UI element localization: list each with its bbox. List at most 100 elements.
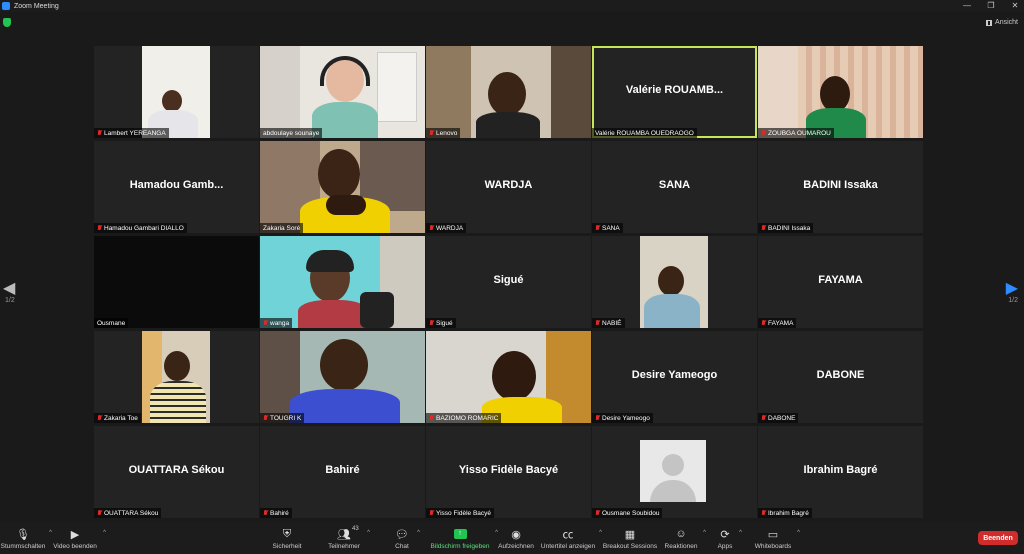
participant-tile[interactable]: wanga bbox=[260, 236, 425, 328]
chat-button[interactable]: 💬︎ Chat ^ bbox=[392, 522, 420, 554]
minimize-icon[interactable]: — bbox=[962, 0, 972, 12]
participant-name-label: Ousmane Soubidou bbox=[592, 508, 663, 518]
end-meeting-button[interactable]: Beenden bbox=[978, 531, 1018, 545]
whiteboard-icon: ▭ bbox=[767, 528, 779, 541]
participant-tile-active-speaker[interactable]: Valérie ROUAMB... Valérie ROUAMBA OUEDRA… bbox=[592, 46, 757, 138]
participant-tile[interactable]: DABONE DABONE bbox=[758, 331, 923, 423]
participant-tile[interactable]: Zakaria Soré bbox=[260, 141, 425, 233]
participant-tile[interactable]: WARDJA WARDJA bbox=[426, 141, 591, 233]
view-button[interactable]: Ansicht bbox=[986, 17, 1018, 28]
participant-tile[interactable]: FAYAMA FAYAMA bbox=[758, 236, 923, 328]
participant-tile[interactable]: Ousmane bbox=[94, 236, 259, 328]
page-indicator-left: 1/2 bbox=[5, 297, 15, 304]
next-page-arrow-icon[interactable]: ▶ bbox=[1006, 278, 1018, 298]
restore-icon[interactable]: ❐ bbox=[986, 0, 996, 12]
participant-tile[interactable]: Zakaria Toe bbox=[94, 331, 259, 423]
participant-tile[interactable]: abdoulaye sounaye bbox=[260, 46, 425, 138]
participant-video bbox=[758, 46, 923, 138]
breakout-sessions-button[interactable]: ▦ Breakout Sessions bbox=[603, 522, 657, 554]
close-icon[interactable]: ✕ bbox=[1010, 0, 1020, 12]
mic-muted-icon bbox=[97, 225, 102, 231]
participant-display-name: Desire Yameogo bbox=[631, 369, 718, 381]
participant-tile[interactable]: Hamadou Gamb... Hamadou Gambari DIALLO bbox=[94, 141, 259, 233]
participant-video bbox=[426, 331, 591, 423]
meeting-toolbar: 🎙︎ Stummschalten ^ ▶ Video beenden ^ ⛨ S… bbox=[0, 522, 1024, 554]
window-controls: — ❐ ✕ bbox=[962, 0, 1020, 12]
chat-bubble-icon: 💬︎ bbox=[395, 528, 409, 541]
record-icon: ◉ bbox=[511, 528, 521, 541]
participant-name-label: ZOUBGA OUMAROU bbox=[758, 128, 834, 138]
participant-display-name: BADINI Issaka bbox=[803, 179, 878, 191]
reactions-options-chevron-icon[interactable]: ^ bbox=[703, 530, 706, 536]
participants-options-chevron-icon[interactable]: ^ bbox=[367, 530, 370, 536]
participant-tile[interactable]: Ibrahim Bagré Ibrahim Bagré bbox=[758, 426, 923, 518]
participant-display-name: Bahiré bbox=[325, 464, 360, 476]
participant-display-name: Hamadou Gamb... bbox=[129, 179, 224, 191]
participant-tile[interactable]: NABIÉ bbox=[592, 236, 757, 328]
chat-options-chevron-icon[interactable]: ^ bbox=[417, 530, 420, 536]
participant-video bbox=[142, 331, 210, 423]
participant-tile[interactable]: BADINI Issaka BADINI Issaka bbox=[758, 141, 923, 233]
mute-button[interactable]: 🎙︎ Stummschalten ^ bbox=[1, 522, 52, 554]
participant-name-label: Bahiré bbox=[260, 508, 292, 518]
security-button[interactable]: ⛨ Sicherheit bbox=[270, 522, 304, 554]
participant-tile[interactable]: Desire Yameogo Desire Yameogo bbox=[592, 331, 757, 423]
title-bar: Zoom Meeting — ❐ ✕ bbox=[0, 0, 1024, 12]
participant-video bbox=[426, 46, 591, 138]
shield-icon: ⛨ bbox=[282, 527, 292, 540]
mic-muted-icon bbox=[429, 225, 434, 231]
participant-name-label: Lenovo bbox=[426, 128, 461, 138]
participant-tile[interactable]: Bahiré Bahiré bbox=[260, 426, 425, 518]
participant-tile[interactable]: Lambert YEREANGA bbox=[94, 46, 259, 138]
participant-tile[interactable]: Ousmane Soubidou bbox=[592, 426, 757, 518]
participant-display-name: Valérie ROUAMB... bbox=[625, 84, 724, 96]
participant-tile[interactable]: OUATTARA Sékou OUATTARA Sékou bbox=[94, 426, 259, 518]
apps-options-chevron-icon[interactable]: ^ bbox=[739, 530, 742, 536]
participant-video bbox=[142, 46, 210, 138]
stop-video-button[interactable]: ▶ Video beenden ^ bbox=[52, 522, 106, 554]
whiteboards-options-chevron-icon[interactable]: ^ bbox=[797, 530, 800, 536]
security-shield-icon[interactable] bbox=[3, 18, 11, 27]
participant-name-label: Lambert YEREANGA bbox=[94, 128, 169, 138]
participant-video bbox=[260, 236, 425, 328]
participant-name-label: Valérie ROUAMBA OUEDRAOGO bbox=[592, 128, 697, 138]
participant-video bbox=[260, 141, 425, 233]
participant-video bbox=[640, 236, 708, 328]
participant-tile[interactable]: Yisso Fidèle Bacyé Yisso Fidèle Bacyé bbox=[426, 426, 591, 518]
share-screen-button[interactable]: ↑ Bildschirm freigeben ^ bbox=[430, 522, 498, 554]
apps-button[interactable]: ⟳ Apps ^ bbox=[716, 522, 742, 554]
participant-name-label: Zakaria Toe bbox=[94, 413, 141, 423]
participant-tile[interactable]: TOUGRI K bbox=[260, 331, 425, 423]
mic-muted-icon bbox=[595, 510, 600, 516]
reactions-button[interactable]: ☺ Reaktionen ^ bbox=[664, 522, 706, 554]
captions-button[interactable]: ㏄ Untertitel anzeigen ^ bbox=[541, 522, 602, 554]
previous-page-arrow-icon[interactable]: ◀ bbox=[3, 278, 15, 298]
participant-name-label: Desire Yameogo bbox=[592, 413, 653, 423]
participant-tile[interactable]: SANA SANA bbox=[592, 141, 757, 233]
participant-display-name: Yisso Fidèle Bacyé bbox=[458, 464, 559, 476]
participant-name-label: NABIÉ bbox=[592, 318, 625, 328]
video-options-chevron-icon[interactable]: ^ bbox=[103, 530, 106, 536]
participant-name-label: Ibrahim Bagré bbox=[758, 508, 812, 518]
participant-name-label: Sigué bbox=[426, 318, 456, 328]
whiteboards-button[interactable]: ▭ Whiteboards ^ bbox=[754, 522, 800, 554]
mic-muted-icon bbox=[761, 225, 766, 231]
mic-muted-icon bbox=[761, 415, 766, 421]
participants-button[interactable]: 👥︎ Teilnehmer 43 ^ bbox=[326, 522, 370, 554]
participant-tile[interactable]: Lenovo bbox=[426, 46, 591, 138]
participants-count: 43 bbox=[352, 526, 359, 532]
mic-muted-icon bbox=[595, 225, 600, 231]
participant-tile[interactable]: BAZIOMO ROMARIC bbox=[426, 331, 591, 423]
participant-name-label: wanga bbox=[260, 318, 293, 328]
participant-tile[interactable]: ZOUBGA OUMAROU bbox=[758, 46, 923, 138]
participant-name-label: TOUGRI K bbox=[260, 413, 305, 423]
participant-tile[interactable]: Sigué Sigué bbox=[426, 236, 591, 328]
mic-muted-icon bbox=[263, 415, 268, 421]
mic-muted-icon bbox=[595, 320, 600, 326]
grid-view-icon bbox=[986, 19, 993, 26]
participant-name-label: Zakaria Soré bbox=[260, 223, 304, 233]
captions-options-chevron-icon[interactable]: ^ bbox=[599, 530, 602, 536]
participant-name-label: BAZIOMO ROMARIC bbox=[426, 413, 502, 423]
record-button[interactable]: ◉ Aufzeichnen bbox=[498, 522, 534, 554]
gallery-grid: Lambert YEREANGA abdoulaye sounaye Lenov… bbox=[94, 46, 924, 520]
